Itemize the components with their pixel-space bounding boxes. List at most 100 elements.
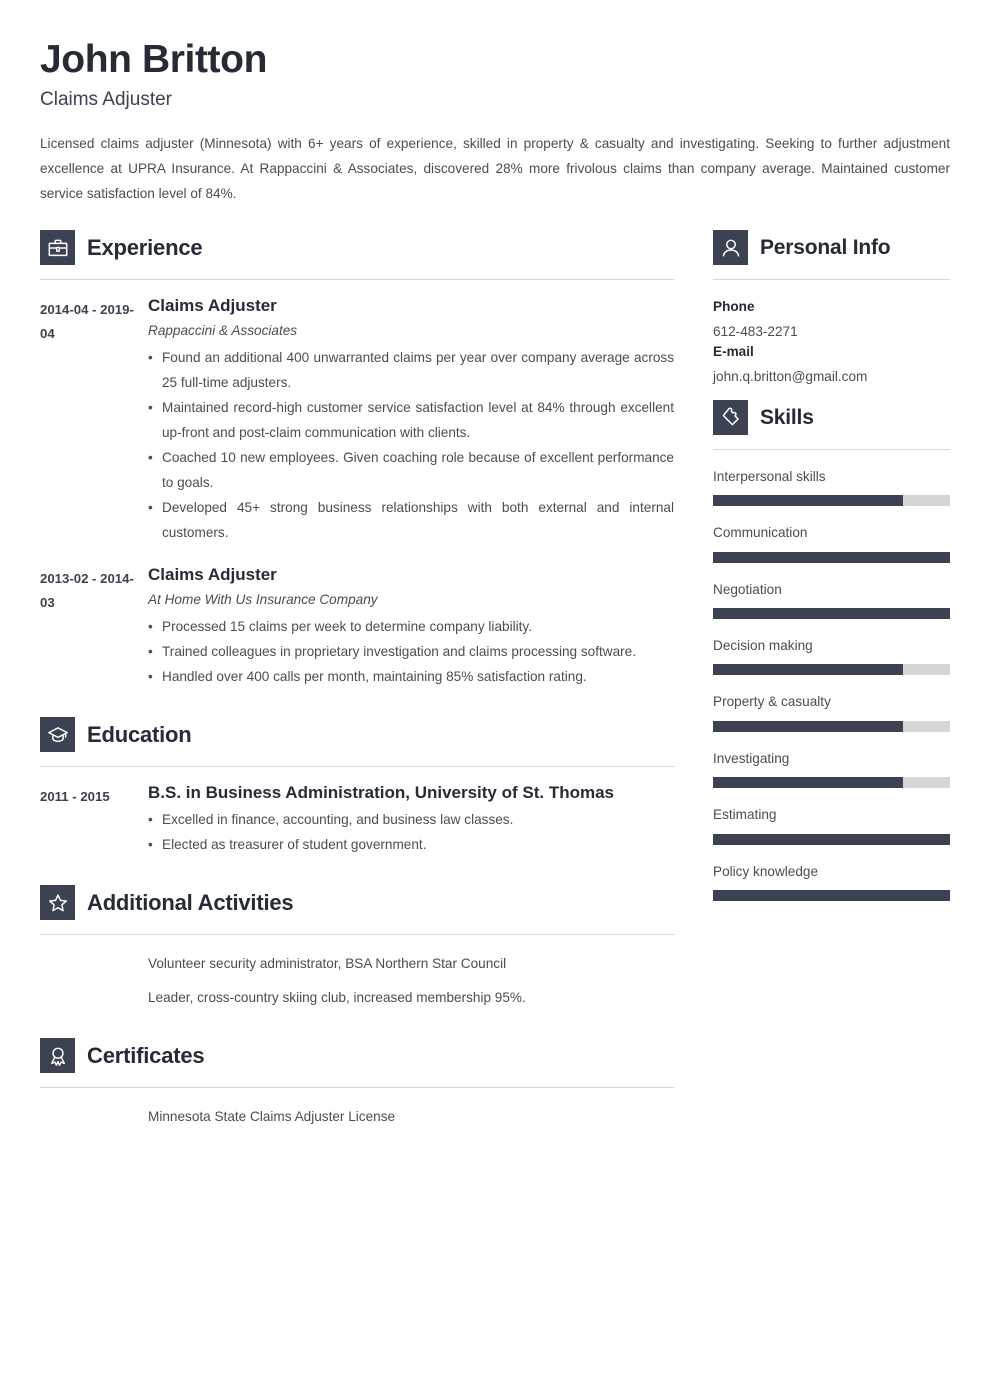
skill-bar-track: [713, 777, 950, 789]
list-item: Maintained record-high customer service …: [148, 395, 674, 445]
list-item: Trained colleagues in proprietary invest…: [148, 639, 674, 664]
section-title-education: Education: [87, 721, 192, 747]
resume-columns: Experience 2014-04 - 2019-04 Claims Adju…: [40, 230, 950, 1144]
skill-bar-track: [713, 890, 950, 902]
skill-label: Decision making: [713, 638, 813, 654]
experience-entry: 2013-02 - 2014-03 Claims Adjuster At Hom…: [40, 564, 674, 689]
skill-item: Communication: [713, 523, 950, 563]
skill-bar-fill: [713, 608, 950, 620]
entry-body: B.S. in Business Administration, Univers…: [148, 782, 674, 857]
section-header-certificates: Certificates: [40, 1038, 674, 1078]
entry-bullets: Processed 15 claims per week to determin…: [148, 614, 674, 689]
puzzle-piece-icon: [713, 399, 748, 435]
entry-body: Claims Adjuster Rappaccini & Associates …: [148, 295, 674, 545]
skill-item: Estimating: [713, 805, 950, 845]
section-personal-info: Personal Info Phone 612-483-2271 E-mail …: [713, 230, 950, 387]
entry-organization: Rappaccini & Associates: [148, 323, 298, 339]
list-item: Developed 45+ strong business relationsh…: [148, 495, 674, 545]
entry-role: Claims Adjuster: [148, 565, 277, 585]
education-entry: 2011 - 2015 B.S. in Business Administrat…: [40, 782, 674, 857]
skill-item: Property & casualty: [713, 692, 950, 732]
list-item: Found an additional 400 unwarranted clai…: [148, 345, 674, 395]
list-item: Handled over 400 calls per month, mainta…: [148, 664, 674, 689]
section-divider: [40, 1087, 674, 1089]
experience-entry: 2014-04 - 2019-04 Claims Adjuster Rappac…: [40, 295, 674, 545]
section-divider: [40, 766, 674, 768]
skill-label: Estimating: [713, 807, 777, 823]
section-divider: [40, 934, 674, 936]
entry-organization: At Home With Us Insurance Company: [148, 592, 378, 608]
list-item: Processed 15 claims per week to determin…: [148, 614, 674, 639]
skill-label: Negotiation: [713, 581, 782, 597]
activities-entry: Volunteer security administrator, BSA No…: [40, 950, 674, 1019]
certificate-entry: Minnesota State Claims Adjuster License: [40, 1103, 674, 1138]
entry-date-empty: [40, 1103, 148, 1106]
skill-label: Policy knowledge: [713, 863, 819, 879]
header-job-title: Claims Adjuster: [40, 88, 172, 110]
skill-bar-track: [713, 833, 950, 845]
entry-body: Minnesota State Claims Adjuster License: [148, 1103, 674, 1138]
skill-bar-track: [713, 608, 950, 620]
section-divider: [713, 448, 950, 450]
skill-bar-fill: [713, 777, 903, 789]
award-ribbon-icon: [40, 1038, 75, 1074]
contact-field: E-mail john.q.britton@gmail.com: [713, 342, 950, 387]
section-skills: Skills Interpersonal skills Communicatio…: [713, 399, 950, 902]
section-header-additional-activities: Additional Activities: [40, 885, 674, 925]
contact-label-phone: Phone: [713, 299, 755, 315]
certificate-line: Minnesota State Claims Adjuster License: [148, 1109, 396, 1125]
skill-bar-track: [713, 720, 950, 732]
entry-body: Volunteer security administrator, BSA No…: [148, 950, 674, 1019]
skill-bar-track: [713, 664, 950, 676]
activity-line: Volunteer security administrator, BSA No…: [148, 956, 507, 972]
entry-role: Claims Adjuster: [148, 296, 277, 316]
skill-label: Investigating: [713, 750, 790, 766]
person-icon: [713, 230, 748, 266]
section-certificates: Certificates Minnesota State Claims Adju…: [40, 1038, 674, 1138]
skill-bar-track: [713, 495, 950, 507]
skill-bar-fill: [713, 495, 903, 507]
resume-header: John Britton Claims Adjuster Licensed cl…: [40, 38, 950, 206]
entry-degree: B.S. in Business Administration, Univers…: [148, 783, 615, 803]
skill-label: Interpersonal skills: [713, 468, 826, 484]
section-title-additional-activities: Additional Activities: [87, 889, 294, 915]
skill-bar-fill: [713, 720, 903, 732]
list-item: Coached 10 new employees. Given coaching…: [148, 445, 674, 495]
activity-line: Leader, cross-country skiing club, incre…: [148, 990, 526, 1006]
section-divider: [713, 279, 950, 281]
entry-date-empty: [40, 950, 148, 953]
skill-bar-fill: [713, 551, 950, 563]
section-divider: [40, 279, 674, 281]
skill-bar-track: [713, 551, 950, 563]
skill-item: Decision making: [713, 636, 950, 676]
section-education: Education 2011 - 2015 B.S. in Business A…: [40, 717, 674, 857]
skill-item: Policy knowledge: [713, 862, 950, 902]
section-title-certificates: Certificates: [87, 1042, 205, 1068]
skill-label: Property & casualty: [713, 694, 831, 710]
contact-value-phone[interactable]: 612-483-2271: [713, 322, 950, 342]
professional-summary: Licensed claims adjuster (Minnesota) wit…: [40, 136, 950, 202]
section-header-personal-info: Personal Info: [713, 230, 950, 270]
section-header-education: Education: [40, 717, 674, 757]
contact-value-email[interactable]: john.q.britton@gmail.com: [713, 367, 950, 387]
entry-date: 2014-04 - 2019-04: [40, 302, 134, 342]
entry-date: 2011 - 2015: [40, 789, 110, 805]
skill-bar-fill: [713, 833, 950, 845]
briefcase-icon: [40, 230, 75, 266]
skill-label: Communication: [713, 525, 808, 541]
skill-item: Negotiation: [713, 580, 950, 620]
list-item: Elected as treasurer of student governme…: [148, 832, 674, 857]
section-title-skills: Skills: [760, 405, 814, 429]
section-header-skills: Skills: [713, 399, 950, 440]
contact-field: Phone 612-483-2271: [713, 297, 950, 342]
section-header-experience: Experience: [40, 230, 674, 270]
contact-label-email: E-mail: [713, 344, 754, 360]
graduation-cap-icon: [40, 717, 75, 753]
entry-bullets: Excelled in finance, accounting, and bus…: [148, 807, 674, 857]
entry-bullets: Found an additional 400 unwarranted clai…: [148, 345, 674, 545]
